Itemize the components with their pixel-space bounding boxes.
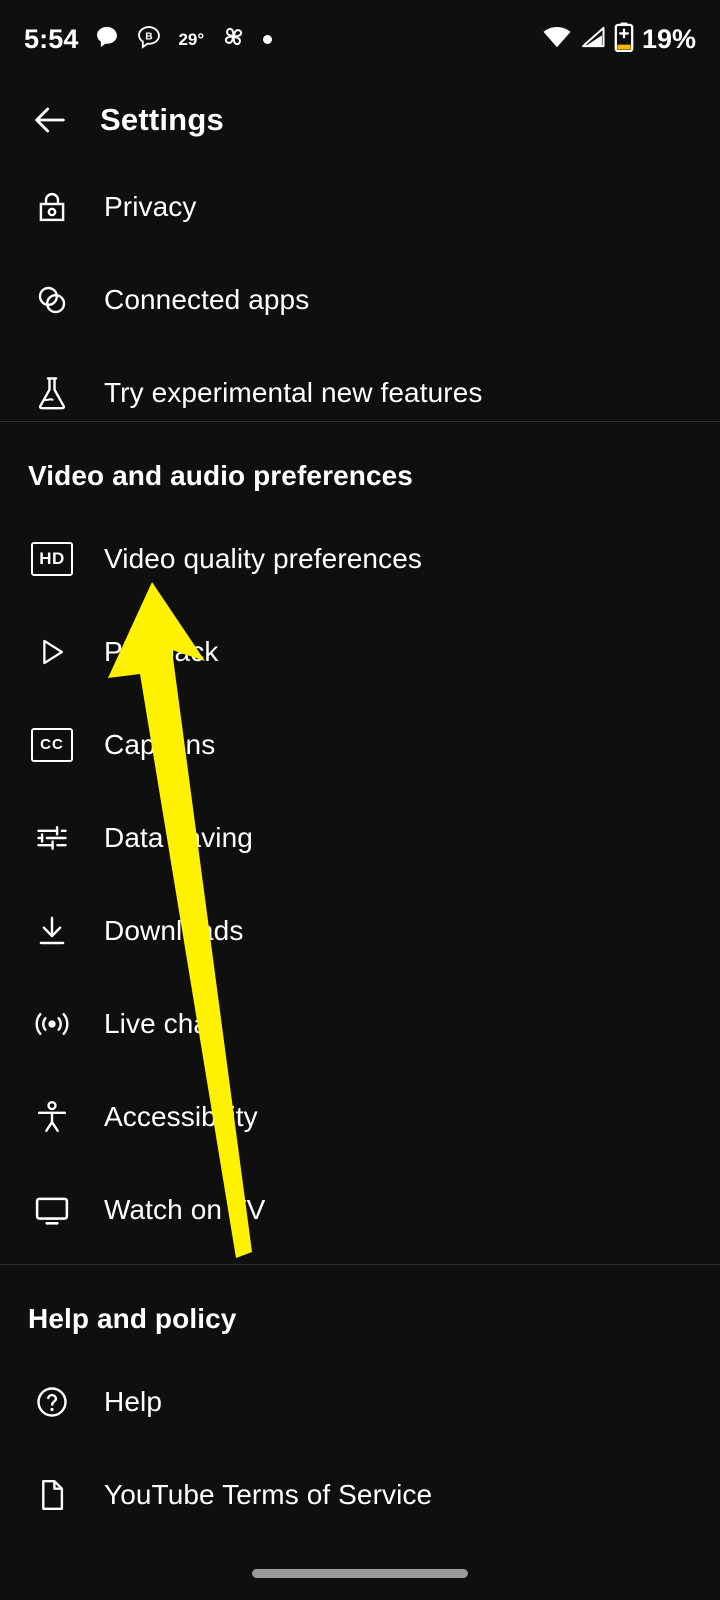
- battery-percent-label: 19%: [641, 23, 696, 54]
- back-button[interactable]: [14, 84, 86, 156]
- settings-row-label: Video quality preferences: [104, 542, 422, 574]
- dot-badge: [263, 34, 273, 44]
- settings-row-label: Captions: [104, 728, 216, 760]
- settings-row-label: Try experimental new features: [104, 376, 483, 408]
- settings-row-data-saving[interactable]: Data saving: [0, 791, 720, 884]
- settings-row-label: Watch on TV: [104, 1193, 266, 1225]
- app-bar: Settings: [0, 78, 720, 162]
- play-triangle-icon: [0, 635, 104, 669]
- download-arrow-icon: [0, 913, 104, 949]
- section-account: Privacy Connected apps Try experimental …: [0, 160, 720, 439]
- settings-row-playback[interactable]: Playback: [0, 605, 720, 698]
- status-bar-left: 5:54 B 29°: [24, 23, 273, 55]
- settings-row-label: Playback: [104, 635, 219, 667]
- b-message-icon: B: [136, 24, 162, 55]
- settings-row-label: Help: [104, 1385, 162, 1417]
- settings-row-label: Privacy: [104, 190, 197, 222]
- sliders-icon: [0, 820, 104, 856]
- status-bar-right: 19%: [542, 22, 696, 57]
- section-video-audio: Video and audio preferences HD Video qua…: [0, 422, 720, 1256]
- cellular-signal-icon: [579, 24, 607, 55]
- broadcast-icon: [0, 1005, 104, 1043]
- document-icon: [0, 1477, 104, 1513]
- section-help-policy: Help and policy Help YouTube Terms of Se…: [0, 1265, 720, 1541]
- section-header-video-audio: Video and audio preferences: [28, 460, 413, 491]
- settings-row-label: Downloads: [104, 914, 244, 946]
- question-circle-icon: [0, 1384, 104, 1420]
- cc-badge-icon: CC: [0, 727, 104, 762]
- settings-row-label: Live chat: [104, 1007, 217, 1039]
- hd-badge-icon: HD: [0, 541, 104, 576]
- settings-row-label: Accessibility: [104, 1100, 258, 1132]
- settings-row-help[interactable]: Help: [0, 1355, 720, 1448]
- settings-row-accessibility[interactable]: Accessibility: [0, 1070, 720, 1163]
- settings-row-watch-on-tv[interactable]: Watch on TV: [0, 1163, 720, 1256]
- settings-row-video-quality[interactable]: HD Video quality preferences: [0, 512, 720, 605]
- connected-circles-icon: [0, 282, 104, 318]
- accessibility-person-icon: [0, 1099, 104, 1135]
- svg-text:B: B: [146, 31, 153, 42]
- page-title: Settings: [100, 102, 224, 137]
- settings-screen: 5:54 B 29° 19% Settings Privacy Connecte…: [0, 0, 720, 1600]
- settings-row-captions[interactable]: CC Captions: [0, 698, 720, 791]
- home-gesture-bar[interactable]: [252, 1569, 468, 1578]
- settings-row-label: YouTube Terms of Service: [104, 1478, 433, 1510]
- settings-row-live-chat[interactable]: Live chat: [0, 977, 720, 1070]
- flask-icon: [0, 374, 104, 412]
- chat-bubble-icon: [94, 24, 120, 55]
- settings-row-privacy[interactable]: Privacy: [0, 160, 720, 253]
- back-arrow-icon: [35, 107, 65, 133]
- wifi-icon: [542, 24, 572, 55]
- settings-row-downloads[interactable]: Downloads: [0, 884, 720, 977]
- settings-row-label: Connected apps: [104, 283, 310, 315]
- lock-icon: [0, 189, 104, 225]
- status-clock: 5:54: [24, 23, 79, 54]
- battery-charging-icon: [614, 22, 634, 57]
- settings-row-label: Data saving: [104, 821, 253, 853]
- temperature-badge: 29°: [178, 29, 205, 49]
- settings-row-terms-of-service[interactable]: YouTube Terms of Service: [0, 1448, 720, 1541]
- status-bar: 5:54 B 29° 19%: [0, 0, 720, 78]
- pinwheel-icon: [220, 23, 247, 55]
- section-header-help-policy: Help and policy: [28, 1303, 237, 1334]
- tv-monitor-icon: [0, 1191, 104, 1229]
- settings-row-connected-apps[interactable]: Connected apps: [0, 253, 720, 346]
